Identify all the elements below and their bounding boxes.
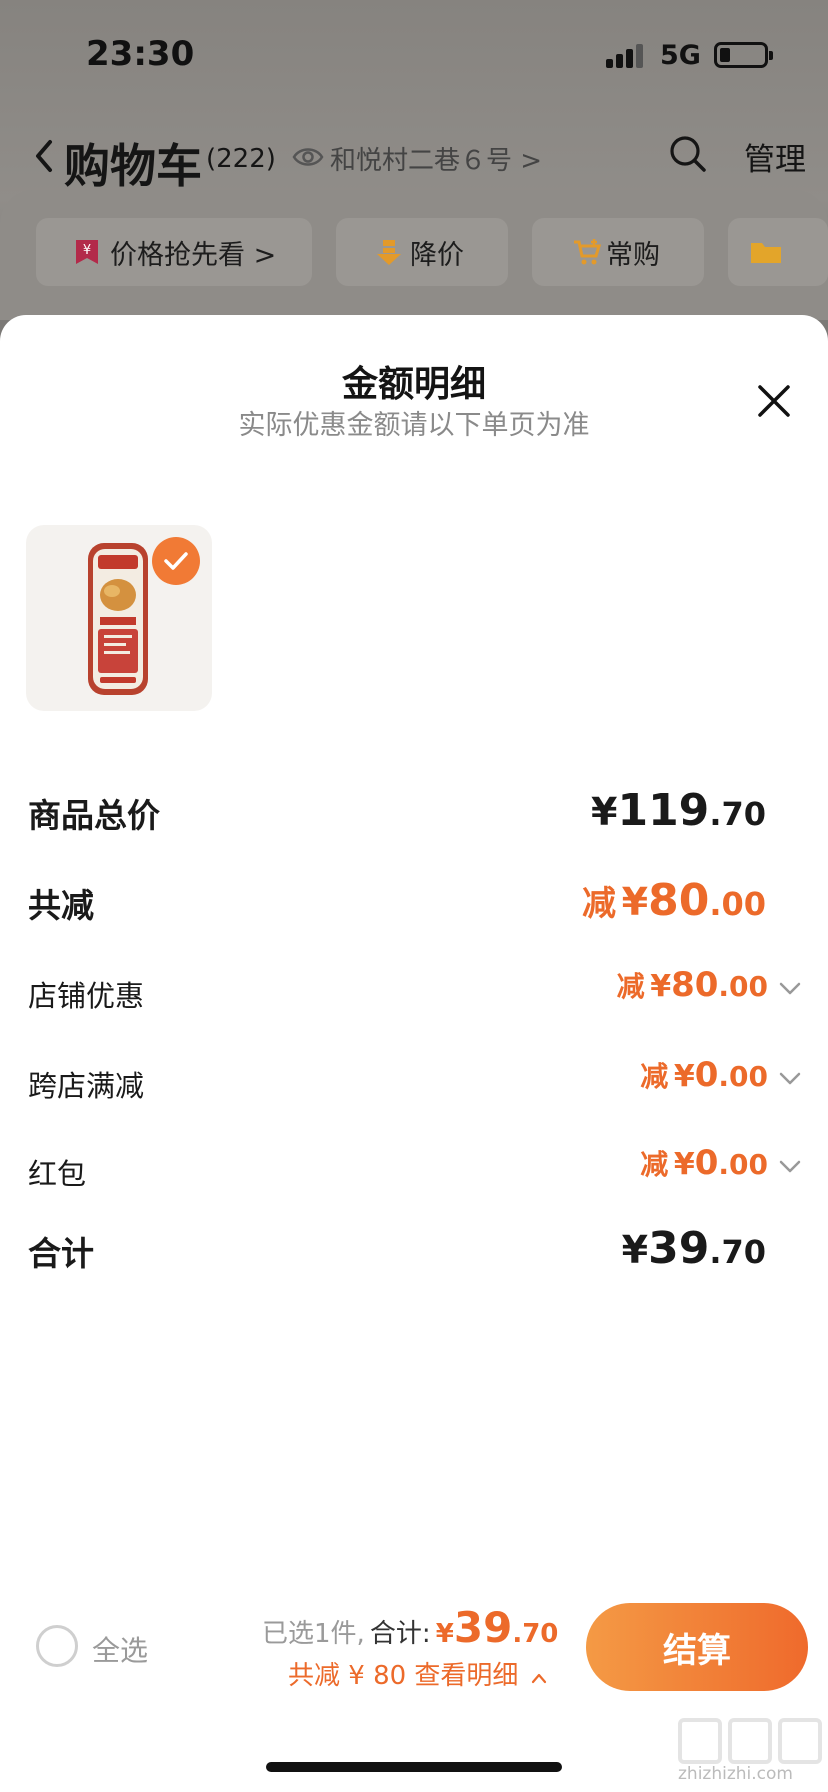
chip-price-drop[interactable]: 降价 (336, 218, 508, 286)
amount-details-sheet: 金额明细 实际优惠金额请以下单页为准 商品总价 ¥119.70 共减 减 ¥80… (0, 315, 828, 1792)
selected-check-icon[interactable] (152, 537, 200, 585)
svg-text:¥: ¥ (83, 243, 91, 258)
selected-summary: 已选1件, 合计: ¥39.70 (262, 1603, 558, 1652)
home-indicator (266, 1762, 562, 1772)
chip-label: 常购 (606, 239, 660, 271)
row-total-price: 商品总价 ¥119.70 (0, 785, 828, 845)
battery-icon (714, 42, 773, 68)
manage-button[interactable]: 管理 (744, 134, 806, 179)
total-discount-label: 共减 (28, 886, 94, 925)
total-discount-value: 减 ¥80.00 (582, 875, 766, 926)
status-time: 23:30 (86, 34, 195, 74)
total-int: 39 (453, 1603, 513, 1652)
back-icon[interactable] (30, 136, 58, 176)
row-grand-total: 合计 ¥39.70 (0, 1223, 828, 1283)
cross-shop-value: 减 ¥0.00 (640, 1055, 768, 1095)
row-total-discount: 共减 减 ¥80.00 (0, 875, 828, 935)
chevron-down-icon[interactable] (778, 979, 802, 997)
grand-total-value: ¥39.70 (621, 1223, 766, 1274)
search-icon[interactable] (668, 134, 708, 174)
signal-icon (606, 42, 648, 68)
total-price-value: ¥119.70 (591, 785, 766, 836)
sheet-title: 金额明细 (341, 364, 486, 405)
red-packet-value: 减 ¥0.00 (640, 1143, 768, 1183)
chevron-down-icon[interactable] (778, 1157, 802, 1175)
chip-price-preview[interactable]: ¥ 价格抢先看 > (36, 218, 312, 286)
checkout-bar: 全选 已选1件, 合计: ¥39.70 共减 ¥ 80 查看明细 结算 (0, 1585, 828, 1715)
chevron-down-icon[interactable] (778, 1069, 802, 1087)
eye-icon (292, 148, 324, 166)
network-label: 5G (660, 40, 701, 71)
cross-shop-label: 跨店满减 (28, 1069, 145, 1103)
row-shop-discount[interactable]: 店铺优惠 减 ¥80.00 (0, 965, 828, 1025)
checkout-button[interactable]: 结算 (586, 1603, 808, 1691)
close-icon[interactable] (756, 383, 792, 419)
saved-text: 共减 ¥ 80 查看明细 (288, 1661, 519, 1691)
nav-bar: 购物车 (222) 和悦村二巷６号 > 管理 (0, 118, 828, 198)
total-dec: .70 (512, 1619, 559, 1649)
cart-count: (222) (206, 144, 276, 174)
chip-label: 降价 (410, 239, 464, 271)
shop-discount-label: 店铺优惠 (28, 979, 145, 1013)
chip-folder[interactable] (728, 218, 828, 286)
selected-count-text: 已选1件, (262, 1619, 365, 1649)
status-bar: 23:30 5G (0, 0, 828, 110)
row-cross-shop[interactable]: 跨店满减 减 ¥0.00 (0, 1055, 828, 1115)
chevron-up-icon (531, 1673, 546, 1684)
total-yen: ¥ (435, 1619, 454, 1649)
address-selector[interactable]: 和悦村二巷６号 > (330, 140, 542, 177)
chip-frequent[interactable]: 常购 (532, 218, 704, 286)
chip-label: 价格抢先看 > (110, 239, 277, 271)
total-price-label: 商品总价 (28, 796, 160, 835)
watermark-text: zhizhizhi.com (678, 1764, 793, 1784)
price-tag-icon: ¥ (76, 240, 98, 264)
cart-plus-icon (574, 239, 602, 265)
price-drop-icon (377, 240, 401, 265)
view-details-link[interactable]: 共减 ¥ 80 查看明细 (288, 1655, 547, 1692)
sheet-subtitle: 实际优惠金额请以下单页为准 (238, 410, 590, 441)
folder-icon (751, 243, 781, 263)
row-red-packet[interactable]: 红包 减 ¥0.00 (0, 1143, 828, 1203)
shop-discount-value: 减 ¥80.00 (616, 965, 768, 1005)
grand-total-label: 合计 (28, 1234, 94, 1273)
filter-chip-row: ¥ 价格抢先看 > 降价 常购 (0, 190, 828, 320)
red-packet-label: 红包 (28, 1157, 87, 1191)
page-title: 购物车 (64, 139, 202, 193)
select-all-radio[interactable] (36, 1625, 78, 1667)
total-label: 合计: (369, 1619, 431, 1649)
select-all-label[interactable]: 全选 (92, 1629, 148, 1669)
